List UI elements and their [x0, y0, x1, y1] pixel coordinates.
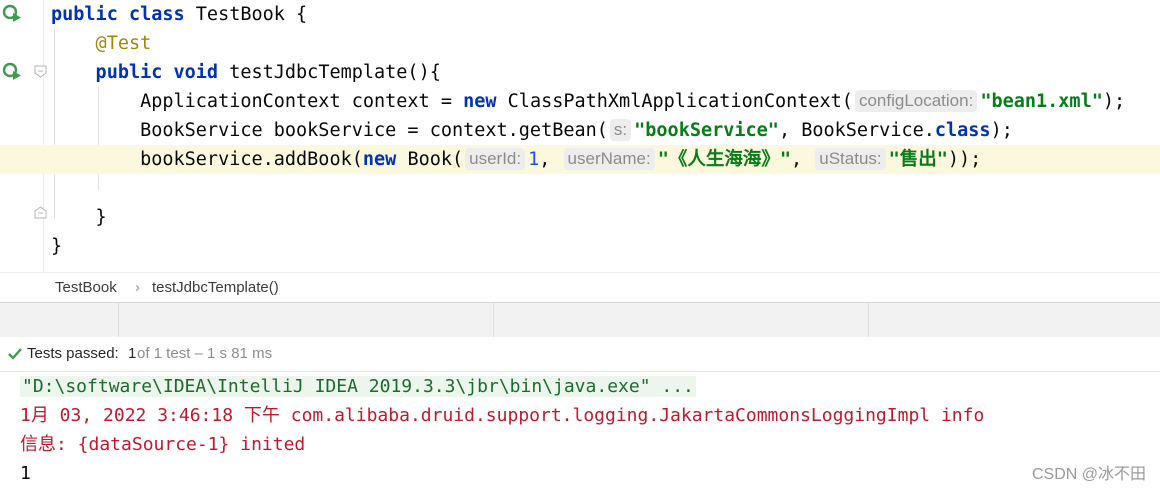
- parameter-hint: uStatus:: [815, 148, 886, 170]
- console-log-line: 1月 03, 2022 3:46:18 下午 com.alibaba.druid…: [20, 405, 985, 426]
- code-line[interactable]: public class TestBook {: [0, 0, 1160, 29]
- string-literal: "售出": [888, 149, 948, 170]
- parameter-hint: userName:: [563, 148, 655, 170]
- string-literal: "《人生海海》": [657, 149, 791, 170]
- header-divider: [868, 303, 869, 337]
- code-token: ClassPathXmlApplicationContext(: [507, 91, 853, 112]
- tests-passed-count: 1: [128, 345, 137, 362]
- code-token: BookService bookService = context.getBea…: [51, 120, 608, 141]
- fold-close-icon[interactable]: [34, 206, 47, 219]
- console-output-line: 1: [20, 463, 31, 484]
- annotation: @Test: [51, 33, 152, 54]
- console-command-line[interactable]: "D:\software\IDEA\IntelliJ IDEA 2019.3.3…: [20, 373, 696, 401]
- fold-open-icon[interactable]: [34, 65, 47, 78]
- code-token: ));: [947, 149, 982, 170]
- number-literal: 1: [528, 149, 540, 170]
- string-literal: "bookService": [634, 120, 779, 141]
- code-token: TestBook {: [195, 4, 308, 25]
- keyword: public class: [51, 4, 196, 25]
- code-token: ,: [790, 149, 814, 170]
- run-test-class-icon[interactable]: [2, 3, 22, 23]
- code-token: testJdbcTemplate(){: [229, 62, 441, 83]
- keyword: new: [463, 91, 508, 112]
- code-token: ,: [539, 149, 562, 170]
- code-line[interactable]: }: [0, 232, 1160, 261]
- code-token: ApplicationContext context =: [51, 91, 464, 112]
- code-line-text[interactable]: public class TestBook {: [51, 0, 307, 29]
- code-line-text[interactable]: BookService bookService = context.getBea…: [51, 116, 1013, 145]
- console-output[interactable]: "D:\software\IDEA\IntelliJ IDEA 2019.3.3…: [0, 372, 1160, 490]
- code-token: Book(: [407, 149, 464, 170]
- header-divider: [493, 303, 494, 337]
- code-token: }: [51, 207, 107, 228]
- code-line-text[interactable]: }: [51, 203, 107, 232]
- parameter-hint: s:: [609, 119, 632, 141]
- breadcrumb-separator: ›: [135, 279, 140, 296]
- code-line[interactable]: ApplicationContext context = new ClassPa…: [0, 87, 1160, 116]
- console-info-line: 信息: {dataSource-1} inited: [20, 434, 306, 455]
- test-status-bar: Tests passed: 1 of 1 test – 1 s 81 ms: [0, 337, 1160, 372]
- parameter-hint: configLocation:: [854, 90, 978, 112]
- code-line-text[interactable]: bookService.addBook(new Book(userId: 1, u…: [51, 145, 981, 174]
- tests-passed-label: Tests passed:: [27, 345, 119, 362]
- code-line[interactable]: @Test: [0, 29, 1160, 58]
- code-token: }: [51, 236, 63, 257]
- keyword: new: [362, 149, 408, 170]
- breadcrumb-method[interactable]: testJdbcTemplate(): [152, 279, 279, 296]
- code-line[interactable]: public void testJdbcTemplate(){: [0, 58, 1160, 87]
- command-text: "D:\software\IDEA\IntelliJ IDEA 2019.3.3…: [20, 376, 696, 397]
- header-divider: [118, 303, 119, 337]
- code-token: , BookService.: [778, 120, 935, 141]
- code-token: );: [990, 120, 1013, 141]
- code-line[interactable]: bookService.addBook(new Book(userId: 1, u…: [0, 145, 1160, 174]
- code-editor[interactable]: public class TestBook { @Test public voi…: [0, 0, 1160, 272]
- watermark: CSDN @冰不田: [1031, 466, 1146, 483]
- breadcrumb-class[interactable]: TestBook: [55, 279, 117, 296]
- code-line[interactable]: }: [0, 203, 1160, 232]
- parameter-hint: userId:: [465, 148, 526, 170]
- run-test-method-icon[interactable]: [2, 61, 22, 81]
- code-line-text[interactable]: ApplicationContext context = new ClassPa…: [51, 87, 1125, 116]
- code-line[interactable]: BookService bookService = context.getBea…: [0, 116, 1160, 145]
- code-token: bookService.addBook(: [51, 149, 363, 170]
- keyword: class: [934, 120, 991, 141]
- code-line-text[interactable]: }: [51, 232, 62, 261]
- string-literal: "bean1.xml": [980, 91, 1103, 112]
- tests-detail: of 1 test – 1 s 81 ms: [137, 345, 273, 362]
- code-line[interactable]: [0, 174, 1160, 203]
- breadcrumb: TestBook › testJdbcTemplate(): [0, 272, 1160, 303]
- keyword: public void: [51, 62, 230, 83]
- code-token: );: [1102, 91, 1126, 112]
- run-tool-window-header: [0, 302, 1160, 338]
- check-icon: [8, 348, 22, 360]
- code-line-text[interactable]: @Test: [51, 29, 152, 58]
- code-line-text[interactable]: public void testJdbcTemplate(){: [51, 58, 441, 87]
